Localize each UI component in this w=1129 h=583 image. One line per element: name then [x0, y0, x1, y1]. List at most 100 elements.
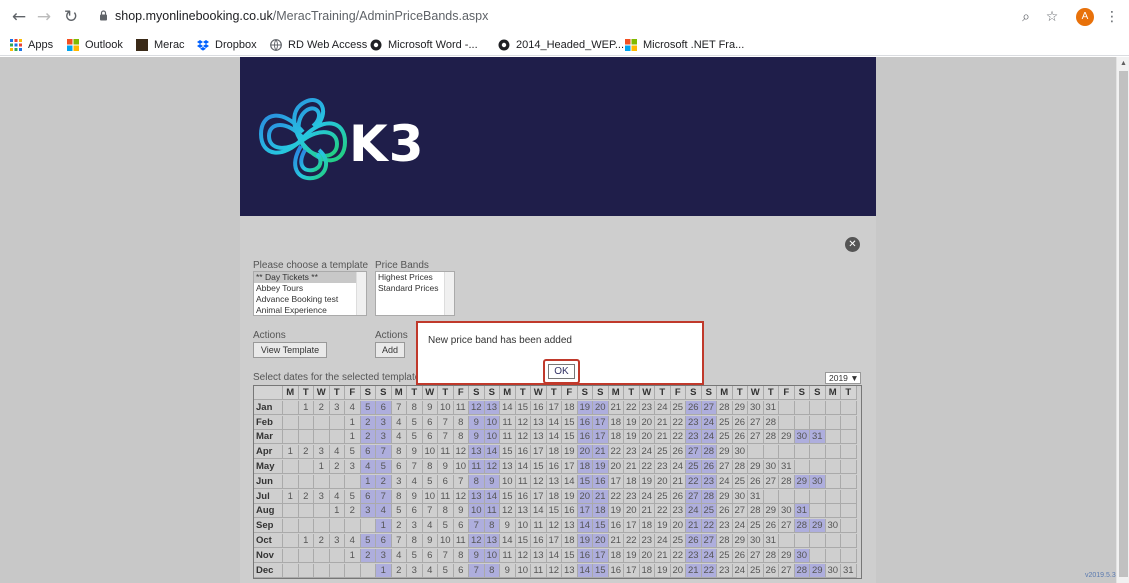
calendar-day[interactable]: 25	[717, 415, 733, 430]
calendar-day[interactable]: 20	[624, 504, 640, 519]
calendar-day[interactable]: 3	[329, 534, 345, 548]
calendar-day[interactable]: 29	[732, 534, 748, 548]
calendar-day[interactable]: 29	[717, 445, 733, 460]
calendar-day[interactable]: 7	[438, 415, 454, 430]
calendar-day[interactable]: 26	[732, 548, 748, 563]
calendar-day[interactable]: 19	[608, 504, 624, 519]
calendar-day[interactable]: 11	[453, 534, 469, 548]
calendar-day[interactable]: 15	[531, 460, 547, 474]
calendar-day[interactable]: 8	[484, 563, 500, 578]
calendar-day[interactable]: 8	[391, 445, 407, 460]
calendar-day[interactable]: 7	[407, 460, 423, 474]
page-scrollbar[interactable]: ▲	[1116, 57, 1129, 583]
calendar-day[interactable]: 14	[484, 445, 500, 460]
calendar-day[interactable]: 6	[376, 400, 392, 415]
calendar-day[interactable]: 26	[701, 460, 717, 474]
calendar-day[interactable]: 7	[422, 504, 438, 519]
calendar-day[interactable]: 20	[593, 534, 609, 548]
calendar-day[interactable]: 17	[546, 400, 562, 415]
calendar-day[interactable]: 7	[376, 489, 392, 504]
calendar-day[interactable]: 1	[314, 460, 330, 474]
calendar-day[interactable]: 3	[407, 519, 423, 534]
calendar-day[interactable]: 22	[639, 460, 655, 474]
calendar-day[interactable]: 18	[639, 563, 655, 578]
bookmark-microsoft-word[interactable]: Microsoft Word -...	[370, 37, 478, 53]
calendar-day[interactable]: 18	[608, 548, 624, 563]
calendar-day[interactable]: 16	[531, 400, 547, 415]
calendar-day[interactable]: 1	[345, 548, 361, 563]
calendar-day[interactable]: 3	[360, 504, 376, 519]
price-bands-listbox[interactable]: Highest Prices Standard Prices	[375, 271, 455, 316]
calendar-day[interactable]: 31	[794, 504, 810, 519]
listbox-scrollbar[interactable]	[444, 272, 454, 315]
calendar-day[interactable]: 25	[670, 400, 686, 415]
calendar-day[interactable]: 25	[717, 548, 733, 563]
calendar-day[interactable]: 25	[748, 563, 764, 578]
template-option[interactable]: Advance Booking test	[254, 294, 366, 305]
calendar-day[interactable]: 17	[624, 563, 640, 578]
calendar-day[interactable]: 26	[748, 474, 764, 489]
calendar-day[interactable]: 15	[577, 474, 593, 489]
calendar-day[interactable]: 9	[484, 474, 500, 489]
calendar-day[interactable]: 12	[500, 504, 516, 519]
scroll-up-icon[interactable]: ▲	[1119, 59, 1128, 69]
price-band-option[interactable]: Highest Prices	[376, 272, 454, 283]
calendar-day[interactable]: 30	[748, 400, 764, 415]
zoom-icon[interactable]: ⌕	[1017, 8, 1035, 26]
calendar-day[interactable]: 24	[732, 519, 748, 534]
calendar-day[interactable]: 18	[593, 504, 609, 519]
calendar-day[interactable]: 27	[686, 445, 702, 460]
calendar-day[interactable]: 25	[670, 534, 686, 548]
calendar-day[interactable]: 10	[422, 489, 438, 504]
calendar-day[interactable]: 30	[825, 519, 841, 534]
calendar-day[interactable]: 18	[624, 474, 640, 489]
calendar-day[interactable]: 28	[794, 563, 810, 578]
calendar-day[interactable]: 24	[655, 534, 671, 548]
calendar-day[interactable]: 20	[639, 415, 655, 430]
calendar-day[interactable]: 8	[453, 548, 469, 563]
calendar-day[interactable]: 12	[546, 563, 562, 578]
calendar-day[interactable]: 22	[670, 430, 686, 445]
calendar-day[interactable]: 19	[562, 489, 578, 504]
calendar-day[interactable]: 23	[639, 534, 655, 548]
bookmark-merac[interactable]: Merac	[136, 37, 185, 53]
calendar-day[interactable]: 29	[748, 460, 764, 474]
back-icon[interactable]: ←	[8, 6, 30, 28]
calendar-day[interactable]: 10	[515, 563, 531, 578]
calendar-day[interactable]: 6	[360, 489, 376, 504]
calendar-day[interactable]: 8	[453, 415, 469, 430]
calendar-day[interactable]: 27	[732, 504, 748, 519]
calendar-day[interactable]: 30	[748, 534, 764, 548]
calendar-day[interactable]: 20	[593, 400, 609, 415]
calendar-day[interactable]: 2	[376, 474, 392, 489]
calendar-day[interactable]: 26	[717, 504, 733, 519]
bookmark-microsoft-net[interactable]: Microsoft .NET Fra...	[625, 37, 744, 53]
calendar-day[interactable]: 6	[376, 534, 392, 548]
calendar-day[interactable]: 30	[779, 504, 795, 519]
calendar-day[interactable]: 26	[732, 415, 748, 430]
calendar-day[interactable]: 24	[701, 548, 717, 563]
calendar-day[interactable]: 10	[515, 519, 531, 534]
calendar-day[interactable]: 14	[500, 534, 516, 548]
calendar-day[interactable]: 13	[484, 400, 500, 415]
calendar-day[interactable]: 9	[469, 548, 485, 563]
calendar-day[interactable]: 6	[422, 415, 438, 430]
calendar-day[interactable]: 23	[655, 460, 671, 474]
calendar-day[interactable]: 20	[670, 563, 686, 578]
calendar-day[interactable]: 4	[422, 519, 438, 534]
calendar-day[interactable]: 7	[438, 548, 454, 563]
calendar-day[interactable]: 29	[810, 519, 826, 534]
calendar-day[interactable]: 11	[500, 548, 516, 563]
calendar-day[interactable]: 19	[577, 400, 593, 415]
calendar-day[interactable]: 11	[500, 430, 516, 445]
calendar-day[interactable]: 3	[329, 400, 345, 415]
calendar-day[interactable]: 7	[469, 519, 485, 534]
calendar-day[interactable]: 11	[531, 563, 547, 578]
calendar-day[interactable]: 28	[701, 489, 717, 504]
calendar-day[interactable]: 29	[810, 563, 826, 578]
calendar-day[interactable]: 27	[701, 400, 717, 415]
calendar-day[interactable]: 3	[376, 415, 392, 430]
calendar-day[interactable]: 16	[577, 415, 593, 430]
calendar-day[interactable]: 24	[639, 445, 655, 460]
calendar-day[interactable]: 21	[593, 489, 609, 504]
